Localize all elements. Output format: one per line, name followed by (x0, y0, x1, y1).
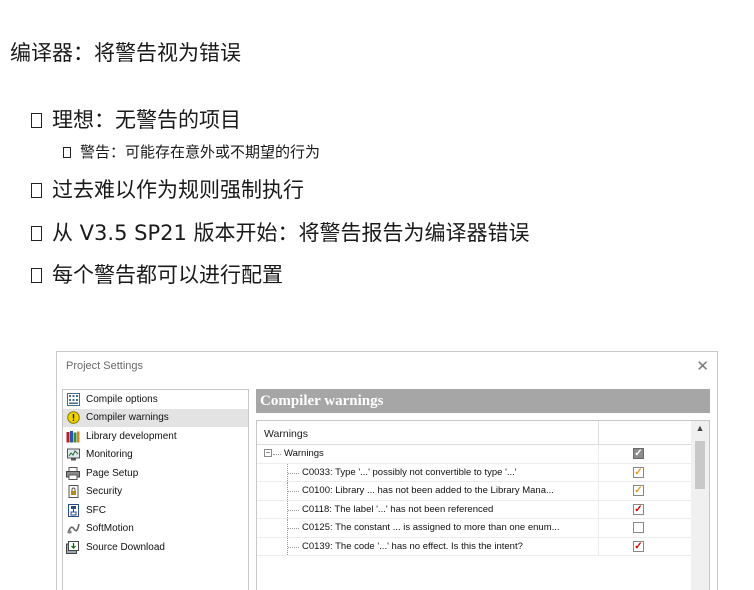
download-icon (66, 540, 80, 554)
tree-connector (288, 546, 299, 548)
library-icon (66, 429, 80, 443)
sidebar-item-label: Compiler warnings (86, 412, 169, 424)
settings-category-list: Compile options Compiler warnings Librar… (62, 389, 249, 590)
sidebar-item-label: Source Download (86, 541, 165, 553)
bullet-item: 从 V3.5 SP21 版本开始：将警告报告为编译器错误 (31, 220, 530, 246)
collapse-icon[interactable]: − (264, 449, 272, 457)
bullet-item: 警告：可能存在意外或不期望的行为 (63, 142, 320, 162)
sidebar-item-label: SFC (86, 504, 106, 516)
sidebar-item-sfc[interactable]: SFC (63, 501, 248, 520)
warning-checkbox[interactable]: ✓ (633, 540, 644, 552)
compile-options-icon (66, 392, 80, 406)
bullet-item: 理想：无警告的项目 (31, 107, 241, 133)
warnings-grid: Warnings − Warnings ✓ C0033: Type '...' … (256, 420, 710, 590)
column-divider (598, 500, 599, 518)
sidebar-item-library-development[interactable]: Library development (63, 427, 248, 446)
warning-checkbox[interactable]: ✓ (633, 485, 644, 496)
bullet-text: 每个警告都可以进行配置 (52, 263, 283, 287)
tree-connector (288, 491, 299, 492)
sidebar-item-label: Monitoring (86, 449, 133, 461)
softmotion-icon (66, 522, 80, 536)
sidebar-item-compile-options[interactable]: Compile options (63, 390, 248, 409)
bullet-text: 理想：无警告的项目 (52, 108, 241, 132)
tree-connector (288, 472, 299, 474)
panel-header: Compiler warnings (256, 389, 710, 413)
warning-checkbox[interactable] (633, 522, 644, 533)
sidebar-item-label: Page Setup (86, 467, 139, 479)
warning-checkbox[interactable]: ✓ (633, 503, 644, 515)
tree-connector (288, 509, 299, 511)
column-divider (598, 519, 599, 537)
scroll-thumb[interactable] (695, 441, 705, 489)
grid-rows: − Warnings ✓ C0033: Type '...' possibly … (257, 445, 691, 556)
warning-label: C0118: The label '...' has not been refe… (302, 503, 494, 515)
column-header-warnings: Warnings (264, 428, 308, 440)
warning-checkbox[interactable]: ✓ (633, 466, 644, 478)
bullet-box-icon (31, 267, 42, 283)
sidebar-item-label: SoftMotion (86, 523, 134, 535)
sidebar-item-source-download[interactable]: Source Download (63, 538, 248, 557)
sidebar-item-label: Compile options (86, 393, 158, 405)
bullet-box-icon (31, 182, 42, 198)
bullet-item: 过去难以作为规则强制执行 (31, 177, 304, 203)
bullet-text: 从 V3.5 SP21 版本开始：将警告报告为编译器错误 (52, 221, 530, 245)
sfc-icon (66, 503, 80, 517)
group-checkbox[interactable]: ✓ (633, 448, 644, 459)
sidebar-item-label: Library development (86, 430, 177, 442)
bullet-list: 理想：无警告的项目 警告：可能存在意外或不期望的行为 过去难以作为规则强制执行 … (0, 0, 754, 300)
sidebar-item-monitoring[interactable]: Monitoring (63, 446, 248, 465)
vertical-scrollbar[interactable]: ▲ (691, 421, 709, 590)
project-settings-dialog: Project Settings ✕ Compile options Compi… (56, 351, 718, 590)
bullet-item: 每个警告都可以进行配置 (31, 262, 283, 288)
dialog-title: Project Settings (66, 360, 144, 372)
bullet-box-icon (63, 146, 71, 158)
bullet-box-icon (31, 225, 42, 241)
tree-connector (273, 454, 281, 455)
scroll-up-icon[interactable]: ▲ (691, 423, 709, 437)
warning-row[interactable]: C0139: The code '...' has no effect. Is … (257, 537, 691, 556)
column-divider (598, 537, 599, 555)
warning-label: C0139: The code '...' has no effect. Is … (302, 540, 523, 552)
close-icon[interactable]: ✕ (696, 357, 709, 375)
sidebar-item-security[interactable]: Security (63, 483, 248, 502)
column-divider (598, 421, 599, 445)
column-divider (598, 445, 599, 463)
column-divider (598, 482, 599, 500)
security-icon (66, 485, 80, 499)
bullet-text: 过去难以作为规则强制执行 (52, 178, 304, 202)
tree-group-row[interactable]: − Warnings ✓ (257, 445, 691, 464)
warning-row[interactable]: C0125: The constant ... is assigned to m… (257, 519, 691, 538)
printer-icon (66, 466, 80, 480)
sidebar-item-compiler-warnings[interactable]: Compiler warnings (63, 408, 248, 427)
sidebar-item-softmotion[interactable]: SoftMotion (63, 520, 248, 539)
sidebar-item-page-setup[interactable]: Page Setup (63, 464, 248, 483)
warning-label: C0125: The constant ... is assigned to m… (302, 522, 560, 533)
warning-icon (66, 411, 80, 425)
grid-header: Warnings (257, 421, 691, 445)
warning-label: C0033: Type '...' possibly not convertib… (302, 466, 517, 478)
tree-connector (288, 528, 299, 529)
bullet-box-icon (31, 112, 42, 128)
bullet-text: 警告：可能存在意外或不期望的行为 (80, 143, 321, 161)
column-divider (598, 463, 599, 481)
warning-row[interactable]: C0033: Type '...' possibly not convertib… (257, 463, 691, 482)
monitoring-icon (66, 448, 80, 462)
tree-group-label: Warnings (284, 448, 324, 459)
sidebar-item-label: Security (86, 486, 123, 498)
warning-row[interactable]: C0100: Library ... has not been added to… (257, 482, 691, 501)
warning-label: C0100: Library ... has not been added to… (302, 485, 554, 496)
warning-row[interactable]: C0118: The label '...' has not been refe… (257, 500, 691, 519)
